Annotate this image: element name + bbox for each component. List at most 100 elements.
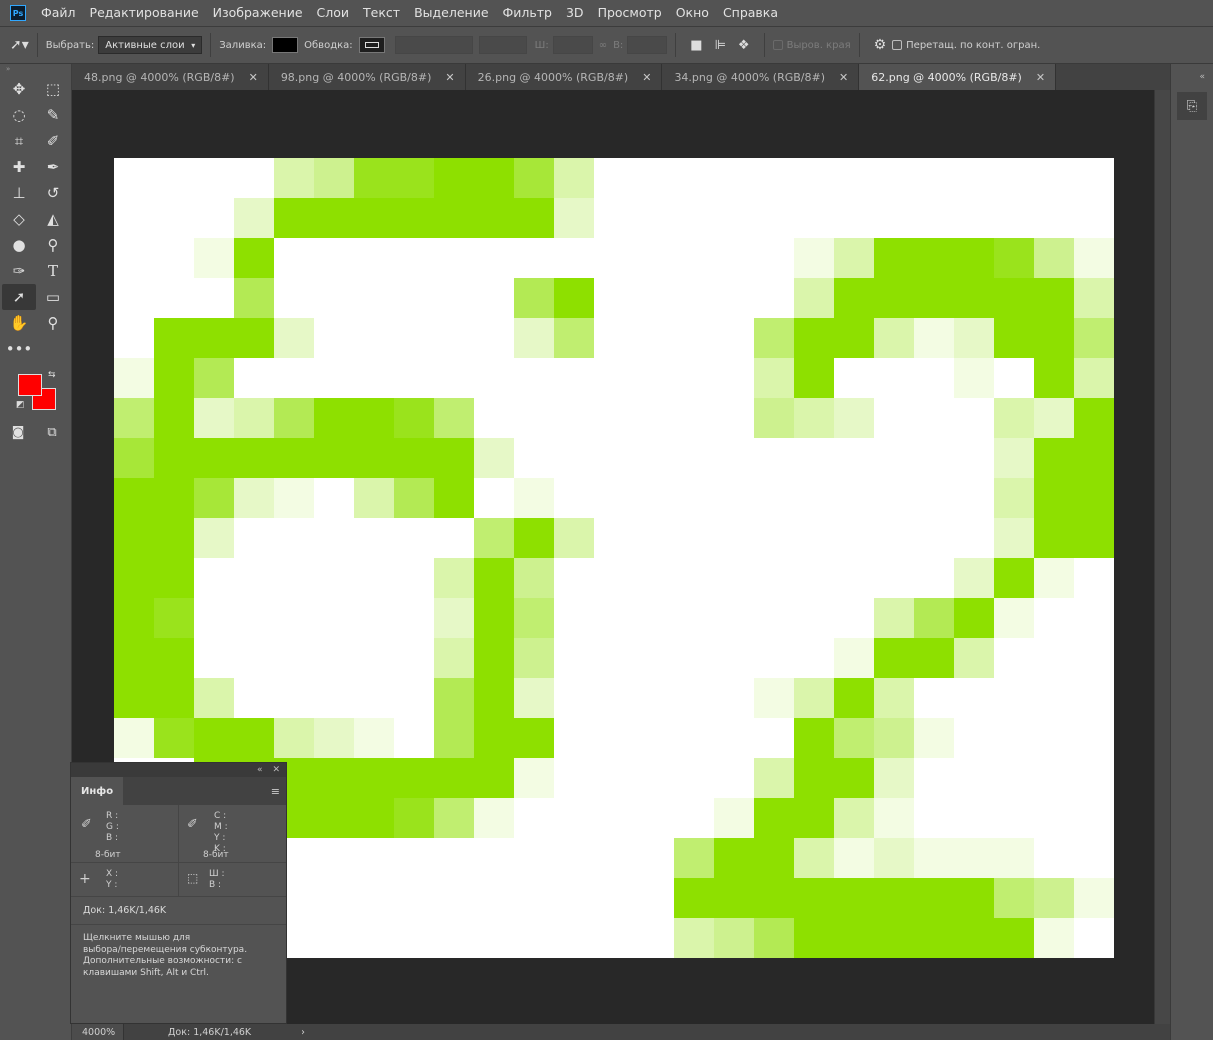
type-tool-icon[interactable]: T [36,258,70,284]
zoom-tool-icon[interactable]: ⚲ [36,310,70,336]
image-pixel [154,398,194,438]
image-pixel [514,718,554,758]
paint-bucket-tool-icon[interactable]: ◭ [36,206,70,232]
move-tool-icon[interactable]: ✥ [2,76,36,102]
image-pixel [154,598,194,638]
image-pixel [794,238,834,278]
stroke-swatch[interactable] [358,37,385,53]
image-pixel [194,678,234,718]
history-brush-tool-icon[interactable]: ↺ [36,180,70,206]
image-pixel [674,878,714,918]
path-selection-tool-icon[interactable]: ➚ [2,284,36,310]
eraser-tool-icon[interactable]: ◇ [2,206,36,232]
menu-view[interactable]: Просмотр [591,0,669,26]
healing-brush-tool-icon[interactable]: ✚ [2,154,36,180]
history-panel-icon[interactable]: ⎘ [1177,92,1207,120]
image-pixel [834,238,874,278]
more-tools-icon[interactable]: ••• [2,336,36,362]
select-dropdown[interactable]: Активные слои ▾ [98,36,203,54]
image-pixel [354,198,394,238]
close-icon[interactable]: ✕ [642,71,651,84]
tab-98[interactable]: 98.png @ 4000% (RGB/8#) ✕ [268,64,466,90]
image-pixel [234,718,274,758]
image-pixel [834,638,874,678]
zoom-level[interactable]: 4000% [72,1024,124,1040]
collapse-icon[interactable]: » [0,64,71,74]
image-pixel [754,318,794,358]
tab-48[interactable]: 48.png @ 4000% (RGB/8#) ✕ [72,64,269,90]
tab-34[interactable]: 34.png @ 4000% (RGB/8#) ✕ [662,64,860,90]
menu-select[interactable]: Выделение [407,0,495,26]
close-icon[interactable]: ✕ [249,71,258,84]
vertical-scrollbar[interactable] [1154,90,1170,1024]
menu-image[interactable]: Изображение [206,0,310,26]
width-field[interactable] [552,36,593,54]
default-colors-icon[interactable]: ◩ [16,400,25,410]
foreground-color-swatch[interactable] [18,374,42,396]
image-pixel [234,398,274,438]
constrain-label: Перетащ. по конт. огран. [906,39,1041,51]
tab-info[interactable]: Инфо [71,777,124,805]
align-edges-checkbox[interactable] [772,40,783,50]
close-icon[interactable]: ✕ [445,71,454,84]
image-pixel [714,838,754,878]
image-pixel [954,598,994,638]
menu-help[interactable]: Справка [716,0,785,26]
align-edges-label: Выров. края [786,39,851,51]
image-pixel [474,518,514,558]
link-icon[interactable]: ∞ [599,40,607,51]
image-pixel [434,678,474,718]
path-selection-tool-preset-icon[interactable]: ➚▾ [10,37,29,53]
tab-62[interactable]: 62.png @ 4000% (RGB/8#) ✕ [859,64,1057,90]
collapse-panel-icon[interactable]: « [257,765,263,775]
quick-mask-icon[interactable]: ◙ [8,422,28,442]
menu-layer[interactable]: Слои [310,0,357,26]
screen-mode-icon[interactable]: ⧉ [42,422,62,442]
menu-3d[interactable]: 3D [559,0,591,26]
menu-file[interactable]: Файл [34,0,83,26]
tab-26[interactable]: 26.png @ 4000% (RGB/8#) ✕ [465,64,663,90]
image-pixel [994,838,1034,878]
close-icon[interactable]: ✕ [839,71,848,84]
close-icon[interactable]: ✕ [1036,71,1045,84]
blur-tool-icon[interactable]: ● [2,232,36,258]
marquee-tool-icon[interactable]: ⬚ [36,76,70,102]
gear-icon[interactable]: ⚙ [874,37,887,53]
rectangle-tool-icon[interactable]: ▭ [36,284,70,310]
image-pixel [514,318,554,358]
quick-select-tool-icon[interactable]: ✎ [36,102,70,128]
pen-tool-icon[interactable]: ✑ [2,258,36,284]
expand-panels-icon[interactable]: « [1171,64,1213,90]
image-pixel [354,398,394,438]
image-pixel [754,758,794,798]
crop-tool-icon[interactable]: ⌗ [2,128,36,154]
clone-stamp-tool-icon[interactable]: ⊥ [2,180,36,206]
status-doc-size: Док: 1,46K/1,46K [168,1026,252,1038]
image-pixel [434,718,474,758]
menu-edit[interactable]: Редактирование [83,0,206,26]
menu-filter[interactable]: Фильтр [496,0,559,26]
stroke-width-field[interactable] [394,36,473,54]
fill-swatch[interactable] [272,37,299,53]
constrain-checkbox[interactable] [892,40,903,50]
path-alignment-icon[interactable]: ⊫ [715,38,726,53]
swap-colors-icon[interactable]: ⇆ [48,370,56,380]
image-pixel [474,718,514,758]
chevron-right-icon[interactable]: › [301,1027,305,1038]
close-icon[interactable]: ✕ [272,765,280,775]
height-field[interactable] [627,36,668,54]
menu-type[interactable]: Текст [356,0,407,26]
path-operations-icon[interactable]: ■ [690,38,702,53]
path-arrangement-icon[interactable]: ❖ [738,38,750,53]
dodge-tool-icon[interactable]: ⚲ [36,232,70,258]
image-pixel [514,478,554,518]
brush-tool-icon[interactable]: ✒ [36,154,70,180]
stroke-type-dropdown[interactable] [478,36,527,54]
lasso-tool-icon[interactable]: ◌ [2,102,36,128]
menu-window[interactable]: Окно [669,0,716,26]
selection-size-icon: ⬚ [187,871,199,885]
hand-tool-icon[interactable]: ✋ [2,310,36,336]
eyedropper-tool-icon[interactable]: ✐ [36,128,70,154]
image-pixel [1034,558,1074,598]
panel-menu-icon[interactable]: ≡ [271,777,286,805]
